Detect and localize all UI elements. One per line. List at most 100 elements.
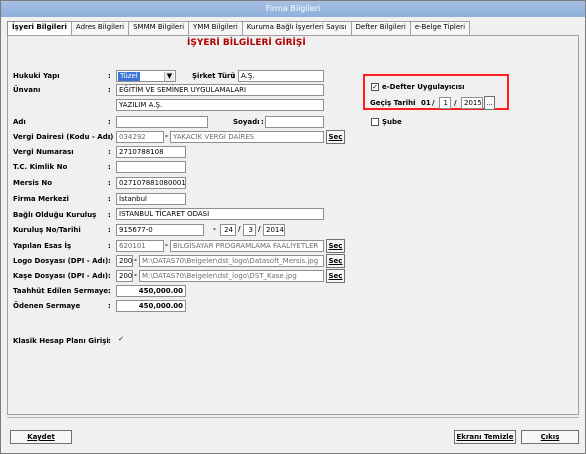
unvan-field-line2[interactable]: YAZILIM A.Ş.	[116, 99, 324, 111]
logo-path-field[interactable]: M:\DATAS70\Belgeler\dst_logo\Datasoft_Me…	[139, 255, 324, 267]
colon: :	[108, 72, 111, 80]
tab-ymm-bilgileri[interactable]: YMM Bilgileri	[188, 21, 243, 35]
tab-bar: İşyeri Bilgileri Adres Bilgileri SMMM Bi…	[7, 21, 471, 36]
yapilan-is-code[interactable]: 620101	[116, 240, 164, 252]
separator: /	[238, 225, 241, 233]
colon: :	[232, 72, 235, 80]
taahhut-field[interactable]: 450,000.00	[116, 285, 186, 297]
colon: :	[413, 99, 416, 107]
yapilan-is-sec-button[interactable]: Seç	[326, 239, 345, 253]
firma-merkezi-label: Firma Merkezi	[13, 195, 69, 203]
unvan-label: Ünvanı	[13, 86, 41, 94]
logo-label: Logo Dosyası (DPI - Adı)	[13, 257, 109, 265]
hukuki-yapi-value: Tüzel	[118, 72, 140, 81]
bagli-kurulus-label: Bağlı Olduğu Kuruluş	[13, 211, 97, 219]
tab-isyeri-bilgileri[interactable]: İşyeri Bilgileri	[7, 21, 72, 36]
separator: -	[134, 256, 137, 264]
sube-label: Şube	[382, 118, 402, 126]
sirket-turu-field[interactable]: A.Ş.	[238, 70, 324, 82]
colon: :	[108, 133, 111, 141]
logo-dpi-field[interactable]: 200	[116, 255, 133, 267]
vergi-dairesi-sec-button[interactable]: Seç	[326, 130, 345, 144]
colon: :	[108, 226, 111, 234]
colon: :	[108, 195, 111, 203]
taahhut-label: Taahhüt Edilen Sermaye	[13, 287, 109, 295]
firma-bilgileri-window: Firma Bilgileri İşyeri Bilgileri Adres B…	[0, 0, 586, 454]
separator: /	[454, 99, 457, 107]
colon: :	[108, 302, 111, 310]
chevron-down-icon[interactable]: ▼	[164, 72, 174, 81]
soyadi-label: Soyadı	[233, 118, 260, 126]
logo-sec-button[interactable]: Seç	[326, 254, 345, 268]
odenen-field[interactable]: 450,000.00	[116, 300, 186, 312]
vergi-numarasi-label: Vergi Numarası	[13, 148, 74, 156]
kaydet-button[interactable]: Kaydet	[10, 430, 72, 444]
sirket-turu-label: Şirket Türü	[192, 72, 236, 80]
colon: :	[108, 179, 111, 187]
ekrani-temizle-button[interactable]: Ekranı Temizle	[454, 430, 516, 444]
tab-defter-bilgileri[interactable]: Defter Bilgileri	[350, 21, 411, 35]
kase-label: Kaşe Dosyası (DPI - Adı)	[13, 272, 109, 280]
klasik-checkbox[interactable]: ✓	[117, 336, 125, 344]
vergi-dairesi-name[interactable]: YAKACIK VERGİ DAİRES	[170, 131, 324, 143]
bagli-kurulus-field[interactable]: İSTANBUL TİCARET ODASI	[116, 208, 324, 220]
colon: :	[108, 211, 111, 219]
e-defter-checkbox[interactable]: ✓	[371, 83, 379, 91]
firma-merkezi-field[interactable]: İstanbul	[116, 193, 186, 205]
tc-kimlik-field[interactable]	[116, 161, 186, 173]
unvan-field-line1[interactable]: EĞİTİM VE SEMİNER UYGULAMALARI	[116, 84, 324, 96]
kurulus-day-field[interactable]: 24	[220, 224, 236, 236]
tab-kuruma-bagli-isyerleri[interactable]: Kuruma Bağlı İşyerleri Sayısı	[241, 21, 352, 35]
divider	[7, 417, 579, 418]
colon: :	[108, 118, 111, 126]
window-title: Firma Bilgileri	[1, 1, 585, 17]
kurulus-no-field[interactable]: 915677-0	[116, 224, 204, 236]
vergi-numarasi-field[interactable]: 2710788108	[116, 146, 186, 158]
tc-kimlik-label: T.C. Kimlik No	[13, 163, 68, 171]
kurulus-no-label: Kuruluş No/Tarihi	[13, 226, 81, 234]
page-title: İŞYERİ BİLGİLERİ GİRİŞİ	[187, 38, 306, 48]
separator: -	[134, 271, 137, 279]
vergi-dairesi-code[interactable]: 034292	[116, 131, 164, 143]
kase-path-field[interactable]: M:\DATAS70\Belgeler\dst_logo\DST_Kase.jp…	[139, 270, 324, 282]
mersis-label: Mersis No	[13, 179, 53, 187]
adi-label: Adı	[13, 118, 26, 126]
e-defter-label: e-Defter Uygulayıcısı	[382, 83, 465, 91]
separator: -	[213, 225, 216, 233]
mersis-field[interactable]: 0271078810800013	[116, 177, 186, 189]
cikis-button[interactable]: Çıkış	[521, 430, 579, 444]
tab-e-belge-tipleri[interactable]: e-Belge Tipleri	[409, 21, 471, 35]
adi-field[interactable]	[116, 116, 208, 128]
tab-adres-bilgileri[interactable]: Adres Bilgileri	[70, 21, 130, 35]
colon: :	[108, 287, 111, 295]
vergi-dairesi-label: Vergi Dairesi (Kodu - Adı)	[13, 133, 114, 141]
kase-sec-button[interactable]: Seç	[326, 269, 345, 283]
gecis-month-field[interactable]: 1	[439, 97, 451, 109]
tab-smmm-bilgileri[interactable]: SMMM Bilgileri	[128, 21, 190, 35]
colon: :	[108, 148, 111, 156]
colon: :	[108, 242, 111, 250]
gecis-date-picker-button[interactable]: ...	[484, 96, 495, 110]
colon: :	[108, 163, 111, 171]
colon: :	[108, 86, 111, 94]
gecis-tarihi-label: Geçiş Tarihi	[370, 99, 416, 107]
colon: :	[108, 337, 111, 345]
yapilan-is-label: Yapılan Esas İş	[13, 242, 72, 250]
kurulus-month-field[interactable]: 3	[243, 224, 256, 236]
separator: -	[165, 241, 168, 249]
separator: -	[165, 132, 168, 140]
odenen-label: Ödenen Sermaye	[13, 302, 81, 310]
hukuki-yapi-select[interactable]: Tüzel ▼	[116, 70, 176, 82]
colon: :	[108, 257, 111, 265]
colon: :	[261, 118, 264, 126]
colon: :	[108, 272, 111, 280]
soyadi-field[interactable]	[265, 116, 324, 128]
kurulus-year-field[interactable]: 2014	[263, 224, 285, 236]
gecis-year-field[interactable]: 2015	[461, 97, 483, 109]
yapilan-is-name[interactable]: BİLGİSAYAR PROGRAMLAMA FAALİYETLER	[170, 240, 324, 252]
klasik-label: Klasik Hesap Planı Girişi	[13, 337, 109, 345]
gecis-day-value: 01	[421, 99, 431, 107]
sube-checkbox[interactable]	[371, 118, 379, 126]
kase-dpi-field[interactable]: 200	[116, 270, 133, 282]
separator: /	[432, 99, 435, 107]
